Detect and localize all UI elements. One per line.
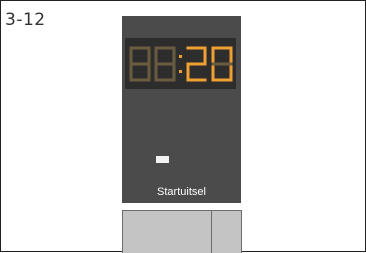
timer-digits [129, 46, 233, 82]
dim-digit-1 [129, 46, 151, 82]
timer-display [125, 38, 236, 89]
control-panel: Startuitsel [122, 16, 241, 203]
indicator-led [156, 156, 169, 163]
digit-zero [211, 46, 233, 82]
figure-number: 3-12 [5, 10, 46, 30]
dim-digit-2 [154, 46, 176, 82]
start-button-label[interactable]: Startuitsel [122, 186, 241, 198]
digit-two [186, 46, 207, 82]
colon [179, 55, 182, 73]
lower-panel-block [122, 210, 242, 253]
lower-panel-divider [211, 211, 212, 253]
